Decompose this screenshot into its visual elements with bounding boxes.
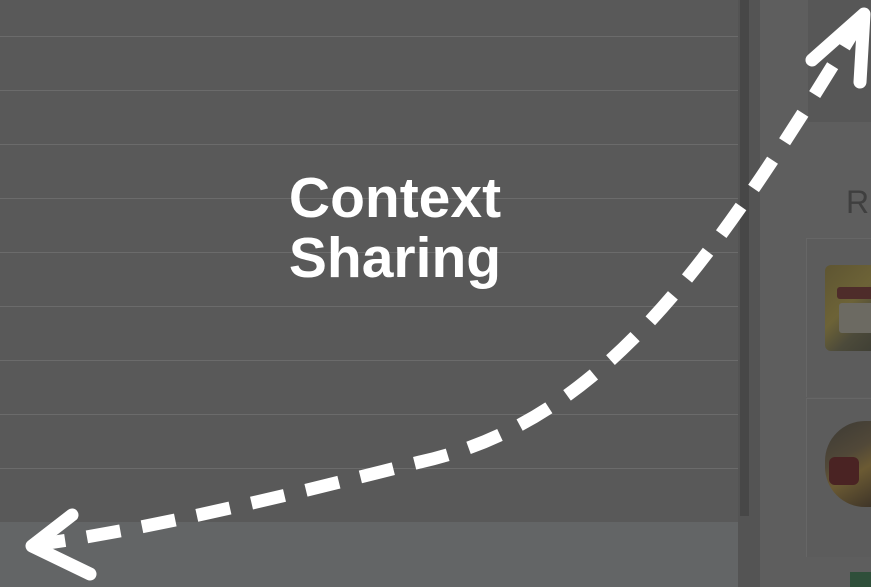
annotation-title-line: Context bbox=[288, 166, 502, 230]
annotation-title: Context Sharing bbox=[230, 168, 560, 288]
context-sharing-arrow bbox=[25, 7, 871, 581]
annotation-title-line: Sharing bbox=[288, 226, 502, 290]
arrowhead-icon bbox=[805, 7, 871, 89]
screen: R Context Sharing bbox=[0, 0, 871, 587]
